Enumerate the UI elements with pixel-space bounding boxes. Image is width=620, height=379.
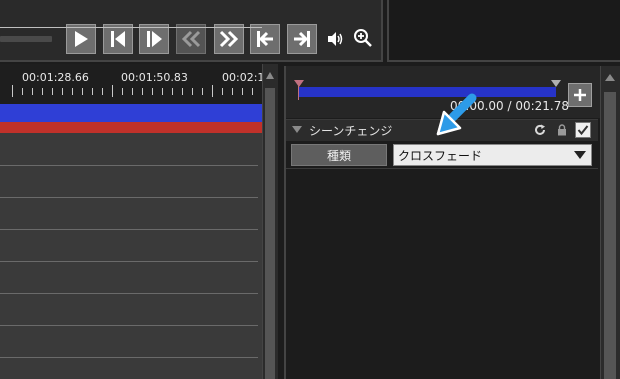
enable-checkbox[interactable] — [575, 122, 591, 138]
ruler-tick — [212, 85, 213, 97]
section-title: シーンチェンジ — [309, 124, 393, 138]
ruler-tick — [232, 88, 233, 95]
lock-icon[interactable] — [557, 124, 567, 136]
ruler-tick — [102, 88, 103, 95]
scroll-up-icon[interactable] — [604, 72, 616, 84]
timecode-label: 00:02:1 — [222, 71, 265, 84]
track-row-divider — [0, 325, 258, 326]
go-to-end-button[interactable] — [287, 24, 317, 54]
ruler-baseline — [0, 27, 262, 28]
ruler-tick — [22, 88, 23, 95]
section-divider — [286, 168, 598, 169]
ruler-tick — [32, 88, 33, 95]
timecode-label: 00:01:28.66 — [22, 71, 89, 84]
range-end-marker[interactable] — [551, 80, 561, 87]
dropdown-arrow-icon[interactable] — [574, 151, 586, 159]
properties-scroll-thumb[interactable] — [604, 92, 616, 379]
step-forward-icon — [147, 31, 162, 47]
timeline-scroll-thumb[interactable] — [265, 88, 275, 379]
timecode-label: 00:01:50.83 — [121, 71, 188, 84]
go-to-start-button[interactable] — [250, 24, 280, 54]
kind-label: 種類 — [291, 144, 387, 166]
ruler-tick — [192, 88, 193, 95]
track-row-divider — [0, 357, 258, 358]
next-frame-button[interactable] — [139, 24, 169, 54]
plus-icon — [574, 89, 586, 101]
track-row-divider — [0, 229, 258, 230]
ruler-tick — [152, 88, 153, 95]
fast-forward-button[interactable] — [214, 24, 244, 54]
check-icon — [577, 125, 589, 136]
skip-end-icon — [294, 31, 310, 47]
ruler-tick — [162, 88, 163, 95]
effect-range-bar[interactable] — [298, 87, 556, 97]
ruler-tick — [172, 88, 173, 95]
fast-forward-icon — [219, 30, 239, 48]
ruler-tick — [52, 88, 53, 95]
time-ruler[interactable]: 00:01:28.66 00:01:50.83 00:02:1 — [0, 64, 265, 104]
video-track-clip[interactable] — [0, 104, 262, 122]
track-row-divider — [0, 293, 258, 294]
rewind-icon — [181, 30, 201, 48]
scroll-up-icon[interactable] — [265, 70, 275, 82]
range-start-line — [298, 86, 299, 100]
collapse-triangle-icon[interactable] — [292, 126, 302, 133]
audio-track-clip[interactable] — [0, 122, 262, 133]
track-row-divider — [0, 197, 258, 198]
range-start-marker[interactable] — [294, 80, 304, 87]
ruler-tick — [222, 88, 223, 95]
track-row-divider — [0, 261, 258, 262]
preview-side-panel — [387, 0, 620, 62]
step-back-icon — [111, 31, 125, 47]
ruler-tick — [72, 88, 73, 95]
ruler-tick — [242, 88, 243, 95]
seek-bar[interactable] — [0, 36, 52, 42]
ruler-tick — [202, 88, 203, 95]
kind-dropdown[interactable]: クロスフェード — [393, 144, 592, 166]
prev-frame-button[interactable] — [103, 24, 133, 54]
volume-icon[interactable] — [327, 31, 343, 47]
reset-icon[interactable] — [534, 124, 546, 136]
ruler-tick — [42, 88, 43, 95]
ruler-tick — [142, 88, 143, 95]
pointer-arrow-icon — [436, 93, 477, 136]
zoom-in-icon[interactable] — [353, 28, 373, 48]
play-button[interactable] — [66, 24, 96, 54]
ruler-tick — [12, 85, 13, 97]
ruler-tick — [252, 88, 253, 95]
ruler-tick — [182, 88, 183, 95]
skip-start-icon — [257, 31, 273, 47]
track-row-divider — [0, 165, 258, 166]
ruler-tick — [112, 85, 113, 97]
ruler-tick — [92, 88, 93, 95]
ruler-tick — [132, 88, 133, 95]
ruler-tick — [62, 88, 63, 95]
add-effect-button[interactable] — [568, 83, 592, 107]
play-icon — [75, 31, 88, 47]
ruler-tick — [82, 88, 83, 95]
rewind-button[interactable] — [176, 24, 206, 54]
ruler-tick — [122, 88, 123, 95]
